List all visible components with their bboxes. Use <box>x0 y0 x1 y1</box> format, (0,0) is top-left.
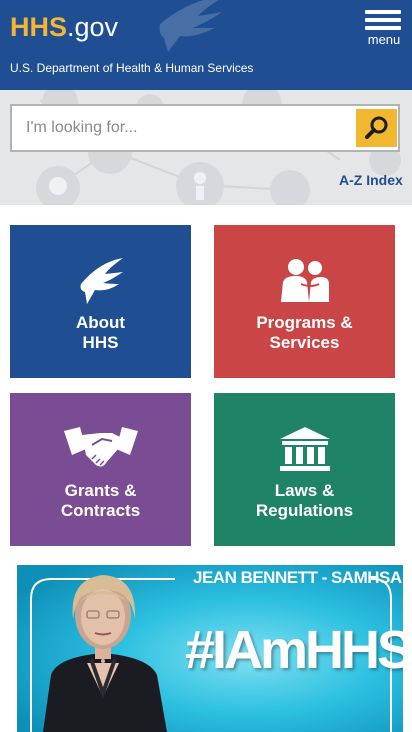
tile-label-line: Contracts <box>60 501 141 520</box>
az-index-link[interactable]: A-Z Index <box>339 172 403 188</box>
tile-label-line: About <box>75 313 126 332</box>
tile-icon-wrap <box>214 421 395 477</box>
tile-label: Grants & Contracts <box>10 481 191 521</box>
hamburger-bar <box>365 26 401 30</box>
search-button[interactable] <box>356 109 397 147</box>
iamhhs-banner[interactable]: JEAN BENNETT - SAMHSA #IAmHHS <box>17 565 403 732</box>
tile-icon-wrap <box>10 253 191 309</box>
tile-laws-regulations[interactable]: Laws & Regulations <box>214 393 395 546</box>
tile-label-line: Regulations <box>255 501 354 520</box>
tile-about-hhs[interactable]: About HHS <box>10 225 191 378</box>
tile-label: Laws & Regulations <box>214 481 395 521</box>
hamburger-bar <box>365 18 401 22</box>
eagle-icon <box>80 258 123 304</box>
tile-icon-wrap <box>214 253 395 309</box>
menu-button[interactable]: menu <box>364 10 404 48</box>
tile-programs-services[interactable]: Programs & Services <box>214 225 395 378</box>
search-input[interactable] <box>12 106 352 150</box>
search-icon <box>365 116 388 139</box>
tile-label: About HHS <box>10 313 191 353</box>
building-icon <box>279 427 330 471</box>
hamburger-icon <box>365 10 401 14</box>
handshake-icon <box>63 427 138 467</box>
tile-label-line: Programs & <box>256 313 353 332</box>
banner-caption: JEAN BENNETT - SAMHSA <box>193 568 402 587</box>
tile-icon-wrap <box>10 421 191 477</box>
site-logo[interactable]: HHS.gov <box>10 12 118 42</box>
tile-label-line: HHS <box>82 333 119 352</box>
eagle-watermark-icon <box>159 0 222 52</box>
people-icon <box>280 259 329 302</box>
site-header: HHS.gov U.S. Department of Health & Huma… <box>0 0 412 90</box>
tile-label-line: Services <box>269 333 340 352</box>
logo-gov-text: .gov <box>67 12 119 42</box>
department-name: U.S. Department of Health & Human Servic… <box>10 61 254 75</box>
tile-label-line: Grants & <box>64 481 137 500</box>
search-section: A-Z Index <box>0 90 412 205</box>
tile-label-line: Laws & <box>274 481 335 500</box>
banner-hashtag: #IAmHHS <box>185 620 403 680</box>
search-box <box>10 104 400 152</box>
menu-label: menu <box>367 32 401 47</box>
tile-label: Programs & Services <box>214 313 395 353</box>
tile-grants-contracts[interactable]: Grants & Contracts <box>10 393 191 546</box>
logo-hhs-text: HHS <box>10 12 68 42</box>
